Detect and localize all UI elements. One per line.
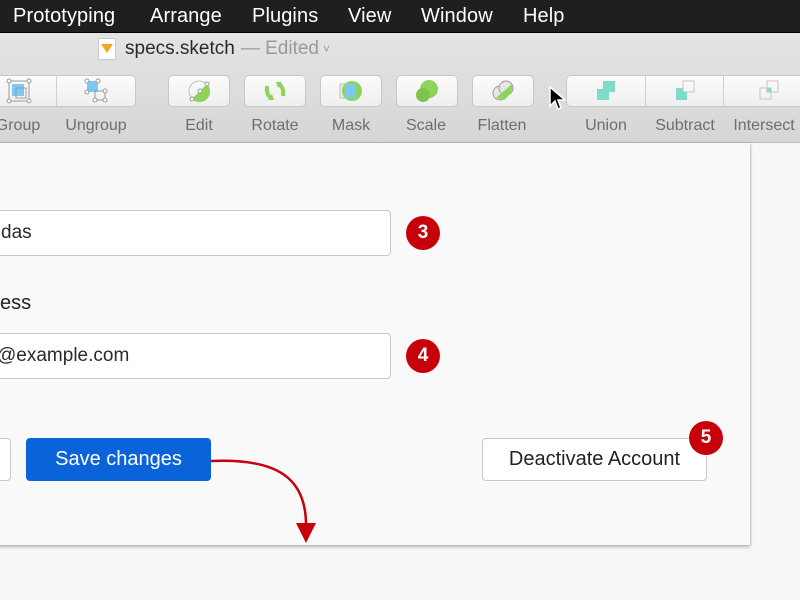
boolean-ops-control	[566, 75, 800, 107]
toolbar-label-union: Union	[585, 117, 627, 134]
toolbar-label-intersect: Intersect	[733, 117, 795, 134]
toolbar-label-rotate: Rotate	[251, 117, 299, 134]
scale-button[interactable]	[396, 75, 458, 107]
email-label: ess	[0, 292, 32, 314]
toolbar-label-edit: Edit	[185, 117, 213, 134]
menu-arrange[interactable]: Arrange	[150, 5, 222, 28]
name-input-value: das	[1, 222, 32, 243]
group-button[interactable]	[0, 76, 58, 106]
document-name: specs.sketch	[125, 38, 235, 59]
toolbar-label-group: Group	[0, 117, 41, 134]
intersect-icon	[759, 80, 779, 100]
ungroup-button[interactable]	[57, 76, 135, 106]
flatten-icon	[492, 80, 514, 101]
menu-bar: Prototyping Arrange Plugins View Window …	[0, 0, 800, 33]
menu-prototyping[interactable]: Prototyping	[13, 5, 115, 28]
name-input[interactable]: das	[0, 210, 391, 256]
scale-icon	[416, 80, 438, 102]
window-title[interactable]: specs.sketch — Edited ˅	[98, 38, 330, 60]
toolbar-label-mask: Mask	[331, 117, 371, 134]
save-changes-button[interactable]: Save changes	[26, 438, 211, 481]
rotate-button[interactable]	[244, 75, 306, 107]
screen: Prototyping Arrange Plugins View Window …	[0, 0, 800, 600]
mask-icon	[339, 81, 362, 101]
group-ungroup-control	[0, 75, 136, 107]
edit-button[interactable]	[168, 75, 230, 107]
ungroup-icon	[84, 78, 108, 103]
subtract-icon	[675, 80, 695, 100]
group-icon	[6, 78, 31, 104]
sketch-file-icon	[98, 38, 116, 60]
union-button[interactable]	[567, 76, 647, 106]
toolbar: specs.sketch — Edited ˅ Group Ungroup Ed…	[0, 33, 800, 143]
union-icon	[597, 81, 616, 100]
annotation-badge-3: 3	[406, 216, 440, 250]
flatten-button[interactable]	[472, 75, 534, 107]
rotate-icon	[264, 82, 286, 100]
chevron-down-icon[interactable]: ˅	[323, 42, 330, 56]
menu-plugins[interactable]: Plugins	[252, 5, 318, 28]
menu-window[interactable]: Window	[421, 5, 493, 28]
menu-help[interactable]: Help	[523, 5, 565, 28]
toolbar-label-ungroup: Ungroup	[65, 117, 127, 134]
mouse-cursor-icon	[549, 86, 568, 110]
email-input[interactable]: @example.com	[0, 333, 391, 379]
mask-button[interactable]	[320, 75, 382, 107]
annotation-badge-4: 4	[406, 339, 440, 373]
email-input-value: @example.com	[0, 345, 130, 366]
toolbar-label-flatten: Flatten	[477, 117, 527, 134]
edit-icon	[188, 80, 211, 103]
cancel-button[interactable]	[0, 438, 11, 481]
toolbar-label-subtract: Subtract	[655, 117, 715, 134]
document-status: — Edited	[240, 38, 319, 59]
menu-view[interactable]: View	[348, 5, 391, 28]
intersect-button[interactable]	[724, 76, 800, 106]
toolbar-label-scale: Scale	[405, 117, 447, 134]
deactivate-account-button[interactable]: Deactivate Account	[482, 438, 707, 481]
subtract-button[interactable]	[646, 76, 724, 106]
annotation-badge-5: 5	[689, 421, 723, 455]
